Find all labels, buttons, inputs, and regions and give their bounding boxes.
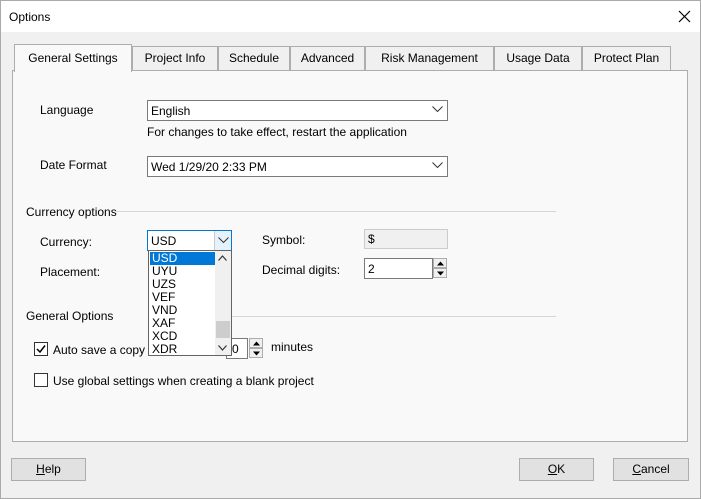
cancel-button[interactable]: Cancel: [613, 458, 689, 481]
date-format-value: Wed 1/29/20 2:33 PM: [151, 160, 267, 174]
stepper-up-button[interactable]: [433, 258, 447, 268]
global-settings-checkbox[interactable]: [34, 373, 48, 387]
options-dialog: Options General Settings Project Info Sc…: [0, 0, 701, 499]
arrow-up-icon: [437, 261, 444, 266]
dropdown-scrollbar[interactable]: [215, 251, 231, 355]
chevron-down-icon: [432, 106, 443, 113]
scroll-up-icon[interactable]: [218, 255, 227, 261]
tab-label: Usage Data: [506, 51, 570, 65]
window-title: Options: [9, 10, 51, 24]
global-settings-label: Use global settings when creating a blan…: [53, 374, 314, 388]
tab-label: Protect Plan: [593, 51, 660, 65]
date-format-select[interactable]: Wed 1/29/20 2:33 PM: [147, 156, 448, 177]
decimal-digits-value: 2: [368, 262, 375, 276]
close-button[interactable]: [670, 1, 700, 32]
tab-label: Advanced: [300, 51, 355, 65]
stepper-down-button[interactable]: [433, 268, 447, 278]
tab-label: Schedule: [228, 51, 280, 65]
section-divider: [116, 211, 556, 212]
tab-label: Project Info: [144, 51, 206, 65]
currency-option[interactable]: XDR: [150, 343, 216, 356]
ok-accelerator: O: [547, 462, 558, 476]
tab-protect-plan[interactable]: Protect Plan: [582, 46, 671, 70]
tab-project-info[interactable]: Project Info: [132, 46, 218, 70]
currency-dropdown-list: USD UYU UZS VEF VND XAF XCD XDR: [148, 250, 232, 356]
help-accelerator: H: [36, 462, 45, 476]
tab-label: Risk Management: [381, 51, 478, 65]
language-label: Language: [40, 103, 94, 117]
decimal-digits-stepper[interactable]: [433, 258, 447, 279]
cancel-accelerator: C: [632, 462, 641, 476]
ok-button[interactable]: OK: [519, 458, 594, 481]
date-format-label: Date Format: [40, 158, 107, 172]
placement-label: Placement:: [40, 265, 101, 279]
autosave-checkbox[interactable]: [34, 342, 48, 356]
scroll-down-icon[interactable]: [218, 345, 227, 351]
autosave-stepper[interactable]: [249, 338, 263, 359]
tab-general-settings[interactable]: General Settings: [14, 44, 132, 72]
ok-label: K: [557, 462, 566, 476]
tab-label: General Settings: [28, 51, 118, 65]
currency-select[interactable]: USD: [147, 230, 232, 251]
stepper-up-button[interactable]: [249, 338, 263, 348]
stepper-down-button[interactable]: [249, 348, 263, 358]
tab-usage-data[interactable]: Usage Data: [494, 46, 582, 70]
language-select[interactable]: English: [147, 100, 448, 121]
symbol-value: $: [368, 232, 375, 246]
language-hint: For changes to take effect, restart the …: [147, 125, 407, 139]
decimal-digits-label: Decimal digits:: [262, 263, 341, 277]
title-bar: Options: [1, 1, 700, 32]
minutes-label: minutes: [271, 340, 314, 354]
arrow-up-icon: [253, 341, 260, 346]
checkmark-icon: [36, 345, 46, 354]
autosave-label: Auto save a copy ev: [53, 343, 162, 357]
currency-label: Currency:: [40, 235, 93, 249]
arrow-down-icon: [437, 271, 444, 276]
help-label: elp: [44, 462, 61, 476]
close-icon: [678, 10, 691, 23]
general-options-heading: General Options: [26, 309, 114, 323]
currency-options-heading: Currency options: [26, 205, 117, 219]
tab-schedule[interactable]: Schedule: [218, 46, 290, 70]
symbol-field: $: [364, 229, 448, 249]
chevron-down-icon: [218, 237, 229, 244]
arrow-down-icon: [253, 351, 260, 356]
currency-dropdown-button[interactable]: [214, 231, 231, 250]
help-button[interactable]: Help: [11, 458, 86, 481]
language-value: English: [151, 104, 191, 118]
chevron-down-icon: [432, 162, 443, 169]
autosave-minutes-value: 0: [232, 342, 239, 356]
decimal-digits-input[interactable]: 2: [364, 258, 433, 279]
currency-value: USD: [151, 234, 177, 248]
tab-advanced[interactable]: Advanced: [290, 46, 365, 70]
scrollbar-thumb[interactable]: [216, 321, 230, 338]
section-divider: [231, 316, 556, 317]
cancel-label: ancel: [640, 462, 670, 476]
symbol-label: Symbol:: [262, 233, 306, 247]
tab-risk-management[interactable]: Risk Management: [365, 46, 494, 70]
